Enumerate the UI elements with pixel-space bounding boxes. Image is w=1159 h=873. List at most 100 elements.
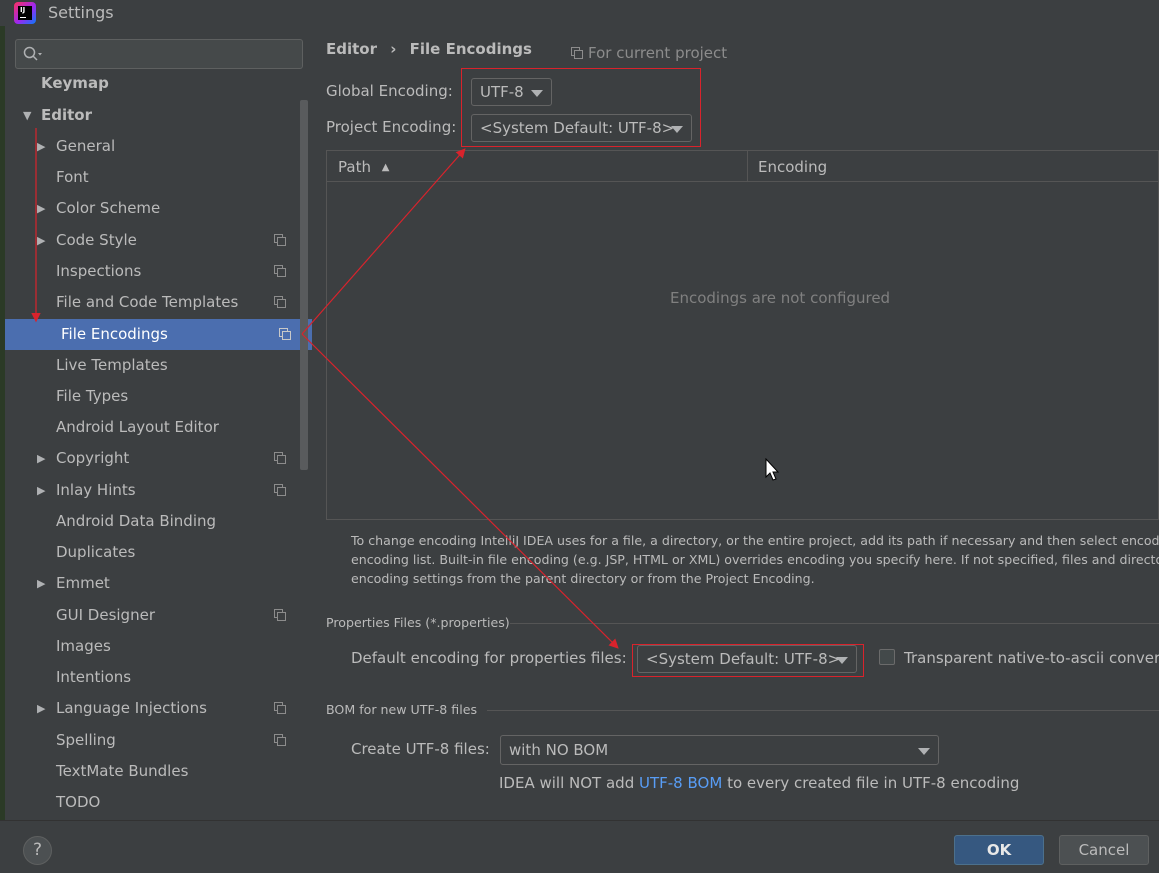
sidebar-item-file-and-code-templates[interactable]: File and Code Templates <box>0 287 307 318</box>
create-utf8-select[interactable]: with NO BOM <box>500 735 939 765</box>
sidebar-item-label: Inlay Hints <box>56 481 136 499</box>
sidebar-item-label: Duplicates <box>56 543 136 561</box>
sidebar-item-label: Images <box>56 637 111 655</box>
properties-default-label: Default encoding for properties files: <box>351 649 627 667</box>
sidebar-item-label: Android Data Binding <box>56 512 217 530</box>
sidebar-item-android-layout-editor[interactable]: Android Layout Editor <box>0 412 307 443</box>
dropdown-arrow-icon <box>918 748 930 755</box>
sidebar-item-inspections[interactable]: Inspections <box>0 256 307 287</box>
sidebar-item-label: Android Layout Editor <box>56 418 219 436</box>
sidebar-item-file-types[interactable]: File Types <box>0 381 307 412</box>
expanded-triangle-icon[interactable]: ▼ <box>23 100 31 131</box>
sidebar-item-keymap[interactable]: Keymap <box>0 69 307 100</box>
project-scope-icon <box>274 234 286 246</box>
sidebar-item-textmate-bundles[interactable]: TextMate Bundles <box>0 756 307 787</box>
sidebar-item-language-injections[interactable]: ▶ Language Injections <box>0 693 307 724</box>
sidebar-item-label: Font <box>56 168 89 186</box>
create-utf8-value: with NO BOM <box>509 741 609 759</box>
help-line: To change encoding IntelliJ IDEA uses fo… <box>351 533 1159 548</box>
project-scope-icon <box>571 47 583 59</box>
sidebar-item-label: Inspections <box>56 262 142 280</box>
project-scope-icon <box>274 484 286 496</box>
sidebar-item-android-data-binding[interactable]: Android Data Binding <box>0 506 307 537</box>
breadcrumb-parent[interactable]: Editor <box>326 40 377 58</box>
collapsed-triangle-icon[interactable]: ▶ <box>37 568 45 599</box>
sidebar-item-label: TODO <box>56 793 101 811</box>
cancel-button[interactable]: Cancel <box>1059 835 1149 865</box>
project-scope-icon <box>274 609 286 621</box>
path-encoding-table[interactable]: Path ▲ Encoding Encodings are not config… <box>326 150 1159 520</box>
column-header-encoding[interactable]: Encoding <box>758 158 827 176</box>
search-icon <box>23 46 42 61</box>
global-encoding-label: Global Encoding: <box>326 82 453 100</box>
sidebar-item-label: GUI Designer <box>56 606 155 624</box>
annotation-box-encodings <box>461 68 701 147</box>
project-scope-icon <box>274 265 286 277</box>
help-line: encoding settings from the parent direct… <box>351 571 815 586</box>
project-encoding-label: Project Encoding: <box>326 118 457 136</box>
section-divider <box>510 623 1159 624</box>
properties-section-title: Properties Files (*.properties) <box>326 615 510 630</box>
sidebar-item-general[interactable]: ▶ General <box>0 131 307 162</box>
project-scope-icon <box>279 328 291 340</box>
sidebar-item-gui-designer[interactable]: GUI Designer <box>0 600 307 631</box>
sidebar-item-code-style[interactable]: ▶ Code Style <box>0 225 307 256</box>
annotation-box-properties <box>632 644 864 677</box>
sidebar-item-spelling[interactable]: Spelling <box>0 725 307 756</box>
sidebar-item-duplicates[interactable]: Duplicates <box>0 537 307 568</box>
column-header-path[interactable]: Path ▲ <box>338 158 389 176</box>
transparent-native-to-ascii-checkbox[interactable] <box>879 649 895 665</box>
sidebar-item-label: Emmet <box>56 574 110 592</box>
sidebar-item-images[interactable]: Images <box>0 631 307 662</box>
sidebar-item-file-encodings[interactable]: File Encodings <box>5 319 312 350</box>
breadcrumb-current: File Encodings <box>409 40 532 58</box>
sidebar-item-label: General <box>56 137 116 155</box>
sidebar-item-color-scheme[interactable]: ▶ Color Scheme <box>0 193 307 224</box>
bom-note-suffix: to every created file in UTF-8 encoding <box>727 774 1020 792</box>
utf8-bom-link[interactable]: UTF-8 BOM <box>639 774 722 792</box>
sidebar-scrollbar[interactable] <box>300 100 308 470</box>
breadcrumb-separator: › <box>390 40 397 58</box>
sidebar-item-label: Code Style <box>56 231 137 249</box>
column-divider[interactable] <box>747 151 748 182</box>
bom-note: IDEA will NOT add UTF-8 BOM to every cre… <box>499 774 1019 792</box>
sidebar-item-label: Keymap <box>41 74 109 92</box>
search-input[interactable] <box>15 39 303 69</box>
help-button[interactable]: ? <box>23 836 52 865</box>
section-divider <box>487 710 1159 711</box>
project-scope-icon <box>274 452 286 464</box>
sidebar-item-todo[interactable]: TODO <box>0 787 307 818</box>
scope-note: For current project <box>588 44 728 62</box>
sidebar-item-copyright[interactable]: ▶ Copyright <box>0 443 307 474</box>
sidebar-item-live-templates[interactable]: Live Templates <box>0 350 307 381</box>
sidebar-item-label: TextMate Bundles <box>56 762 189 780</box>
sidebar-item-label: File Encodings <box>61 325 168 343</box>
collapsed-triangle-icon[interactable]: ▶ <box>37 131 45 162</box>
collapsed-triangle-icon[interactable]: ▶ <box>37 225 45 256</box>
sidebar-item-label: File Types <box>56 387 129 405</box>
sidebar-item-font[interactable]: Font <box>0 162 307 193</box>
title-bar: IJ Settings <box>0 0 1159 26</box>
sidebar-item-intentions[interactable]: Intentions <box>0 662 307 693</box>
mouse-cursor-icon <box>765 458 780 481</box>
create-utf8-label: Create UTF-8 files: <box>351 740 490 758</box>
project-scope-icon <box>274 296 286 308</box>
collapsed-triangle-icon[interactable]: ▶ <box>37 475 45 506</box>
sidebar-item-label: Language Injections <box>56 699 207 717</box>
collapsed-triangle-icon[interactable]: ▶ <box>37 693 45 724</box>
transparent-native-to-ascii-label[interactable]: Transparent native-to-ascii convers <box>904 649 1159 667</box>
sidebar-item-label: File and Code Templates <box>56 293 239 311</box>
intellij-app-icon: IJ <box>14 2 36 24</box>
project-scope-icon <box>274 702 286 714</box>
collapsed-triangle-icon[interactable]: ▶ <box>37 443 45 474</box>
sidebar-item-label: Intentions <box>56 668 132 686</box>
sidebar-item-label: Copyright <box>56 449 130 467</box>
help-line: encoding list. Built-in file encoding (e… <box>351 552 1159 567</box>
sidebar-item-emmet[interactable]: ▶ Emmet <box>0 568 307 599</box>
sidebar-item-editor[interactable]: ▼ Editor <box>0 100 307 131</box>
collapsed-triangle-icon[interactable]: ▶ <box>37 193 45 224</box>
encoding-help-text: To change encoding IntelliJ IDEA uses fo… <box>351 531 1159 588</box>
sidebar-item-inlay-hints[interactable]: ▶ Inlay Hints <box>0 475 307 506</box>
sidebar-item-label: Editor <box>41 106 92 124</box>
ok-button[interactable]: OK <box>954 835 1044 865</box>
